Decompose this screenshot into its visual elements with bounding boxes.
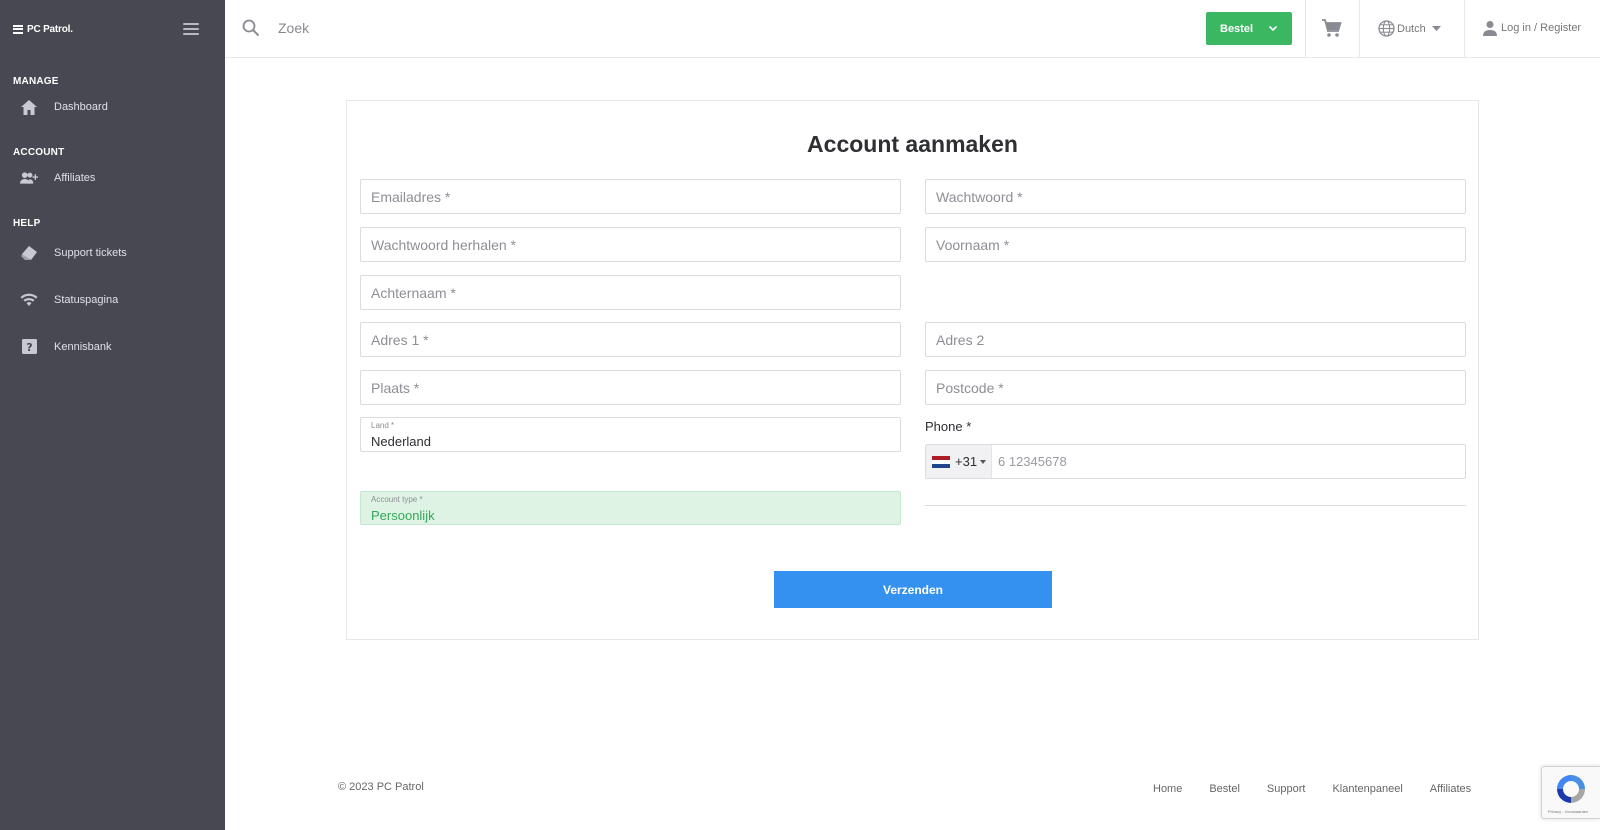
- login-register-link[interactable]: Log in / Register: [1482, 20, 1581, 36]
- sidebar-item-label: Affiliates: [54, 172, 96, 184]
- topbar-divider: [1359, 0, 1360, 58]
- caret-down-icon: [1431, 25, 1441, 31]
- country-value: Nederland: [371, 434, 431, 449]
- sidebar-item-label: Kennisbank: [54, 340, 112, 353]
- netherlands-flag-icon: [932, 455, 950, 468]
- search-icon[interactable]: [242, 19, 260, 37]
- country-code: +31: [955, 454, 978, 469]
- firstname-input[interactable]: [926, 228, 1465, 261]
- address2-field[interactable]: [925, 322, 1466, 357]
- address1-input[interactable]: [361, 323, 900, 356]
- language-label: Dutch: [1397, 22, 1426, 35]
- sidebar-item-kennisbank[interactable]: ? Kennisbank: [0, 323, 225, 370]
- country-code-selector[interactable]: +31: [926, 445, 992, 478]
- login-label: Log in / Register: [1501, 22, 1582, 34]
- users-add-icon: [20, 169, 38, 187]
- register-card: Account aanmaken Land * Nederland Phone …: [346, 100, 1479, 640]
- order-dropdown-button[interactable]: Bestel: [1206, 12, 1292, 45]
- footer-link-support[interactable]: Support: [1267, 783, 1306, 795]
- logo-icon: [13, 24, 23, 34]
- email-field[interactable]: [360, 179, 901, 214]
- logo[interactable]: PC Patrol.: [13, 24, 73, 35]
- sidebar-section-help: HELP: [13, 218, 41, 229]
- recaptcha-badge[interactable]: Privacy - Voorwaarden: [1541, 766, 1600, 819]
- phone-input[interactable]: [992, 445, 1465, 478]
- account-type-select[interactable]: Account type * Persoonlijk: [360, 491, 901, 525]
- sidebar: PC Patrol. MANAGE Dashboard ACCOUNT Affi…: [0, 0, 225, 830]
- password-repeat-field[interactable]: [360, 227, 901, 262]
- wifi-icon: [20, 291, 38, 309]
- email-input[interactable]: [361, 180, 900, 213]
- address2-input[interactable]: [926, 323, 1465, 356]
- city-input[interactable]: [361, 371, 900, 404]
- footer-nav: Home Bestel Support Klantenpaneel Affili…: [1153, 783, 1498, 795]
- topbar-divider: [1464, 0, 1465, 58]
- copyright: © 2023 PC Patrol: [338, 781, 424, 793]
- sidebar-item-statuspagina[interactable]: Statuspagina: [0, 276, 225, 323]
- recaptcha-text[interactable]: Privacy - Voorwaarden: [1548, 809, 1588, 814]
- postcode-input[interactable]: [926, 371, 1465, 404]
- cart-icon[interactable]: [1322, 19, 1342, 38]
- footer-link-bestel[interactable]: Bestel: [1209, 783, 1240, 795]
- globe-icon: [1378, 20, 1395, 37]
- home-icon: [20, 98, 38, 116]
- city-field[interactable]: [360, 370, 901, 405]
- sidebar-item-affiliates[interactable]: Affiliates: [0, 158, 225, 198]
- postcode-field[interactable]: [925, 370, 1466, 405]
- sidebar-section-account: ACCOUNT: [13, 147, 65, 158]
- account-type-label: Account type *: [371, 495, 423, 504]
- footer-link-affiliates[interactable]: Affiliates: [1430, 783, 1471, 795]
- chevron-down-icon: [1268, 25, 1278, 32]
- sidebar-item-label: Statuspagina: [54, 293, 119, 306]
- search-input[interactable]: [278, 20, 578, 36]
- order-button-label: Bestel: [1220, 22, 1254, 35]
- logo-text: PC Patrol.: [27, 23, 73, 35]
- topbar-divider: [1305, 0, 1306, 58]
- page-title: Account aanmaken: [807, 131, 1018, 157]
- account-type-value: Persoonlijk: [371, 508, 435, 523]
- phone-field[interactable]: +31: [925, 444, 1466, 479]
- search-bar: [242, 19, 578, 37]
- lastname-input[interactable]: [361, 276, 900, 309]
- topbar: Bestel Dutch Log in / Register: [225, 0, 1600, 58]
- footer-link-klantenpaneel[interactable]: Klantenpaneel: [1332, 783, 1402, 795]
- recaptcha-icon: [1557, 775, 1585, 803]
- sidebar-item-dashboard[interactable]: Dashboard: [0, 87, 225, 127]
- divider: [925, 505, 1466, 506]
- footer-link-home[interactable]: Home: [1153, 783, 1182, 795]
- password-field[interactable]: [925, 179, 1466, 214]
- svg-text:?: ?: [26, 341, 32, 354]
- phone-label: Phone *: [925, 419, 972, 434]
- country-label: Land *: [371, 421, 395, 430]
- sidebar-item-label: Support tickets: [54, 246, 127, 259]
- ticket-icon: [20, 244, 38, 262]
- sidebar-header: PC Patrol.: [0, 0, 225, 58]
- sidebar-item-support-tickets[interactable]: Support tickets: [0, 229, 225, 276]
- language-selector[interactable]: Dutch: [1378, 20, 1441, 37]
- menu-toggle-icon[interactable]: [183, 23, 199, 35]
- password-repeat-input[interactable]: [361, 228, 900, 261]
- sidebar-item-label: Dashboard: [54, 101, 108, 113]
- address1-field[interactable]: [360, 322, 901, 357]
- user-icon: [1483, 21, 1497, 36]
- firstname-field[interactable]: [925, 227, 1466, 262]
- caret-down-icon: [980, 459, 987, 464]
- help-box-icon: ?: [20, 338, 38, 356]
- lastname-field[interactable]: [360, 275, 901, 310]
- sidebar-section-manage: MANAGE: [13, 76, 59, 87]
- submit-button[interactable]: Verzenden: [774, 571, 1052, 608]
- country-select[interactable]: Land * Nederland: [360, 417, 901, 452]
- password-input[interactable]: [926, 180, 1465, 213]
